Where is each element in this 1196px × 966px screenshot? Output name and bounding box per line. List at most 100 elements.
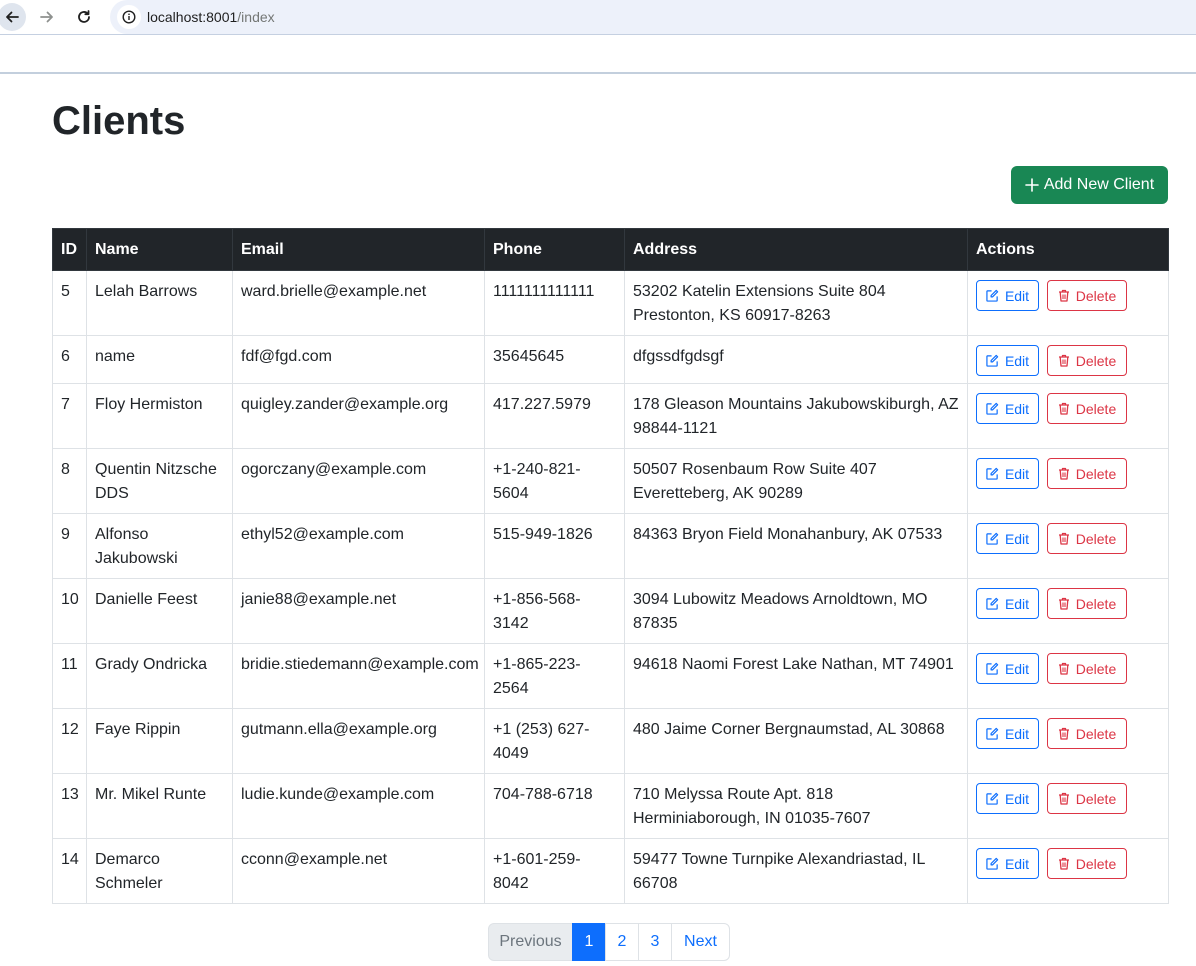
table-row: 13 Mr. Mikel Runte ludie.kunde@example.com…: [52, 773, 1169, 839]
cell-email: gutmann.ella@example.org: [232, 708, 485, 774]
delete-label: Delete: [1075, 287, 1117, 304]
delete-button[interactable]: Delete: [1047, 345, 1127, 376]
pagination-page-3[interactable]: 3: [638, 923, 672, 961]
arrow-left-icon: [6, 11, 19, 23]
delete-button[interactable]: Delete: [1047, 848, 1127, 879]
page-title: Clients: [52, 99, 186, 143]
delete-button[interactable]: Delete: [1047, 783, 1127, 814]
cell-actions: Edit Delete: [967, 708, 1169, 774]
cell-address: 59477 Towne Turnpike Alexandriastad, IL …: [624, 838, 968, 904]
row-actions: Edit Delete: [976, 848, 1160, 879]
cell-phone: 515-949-1826: [484, 513, 625, 579]
cell-actions: Edit Delete: [967, 773, 1169, 839]
delete-label: Delete: [1075, 855, 1117, 872]
cell-address: 94618 Naomi Forest Lake Nathan, MT 74901: [624, 643, 968, 709]
cell-name: Faye Rippin: [86, 708, 233, 774]
edit-button[interactable]: Edit: [976, 653, 1039, 684]
edit-icon: [986, 402, 999, 415]
table-row: 11 Grady Ondricka bridie.stiedemann@exampl…: [52, 643, 1169, 709]
cell-address: 84363 Bryon Field Monahanbury, AK 07533: [624, 513, 968, 579]
edit-icon: [986, 597, 999, 610]
client-phone: 704-788-6718: [493, 786, 593, 803]
trash-icon: [1058, 727, 1069, 740]
add-new-client-button[interactable]: Add New Client: [1011, 166, 1168, 204]
add-new-client-label: Add New Client: [1043, 176, 1155, 193]
cell-actions: Edit Delete: [967, 578, 1169, 644]
cell-email: ward.brielle@example.net: [232, 270, 485, 336]
column-header-id: ID: [52, 228, 87, 271]
client-phone: +1-856-568-3142: [493, 591, 581, 632]
edit-button[interactable]: Edit: [976, 393, 1039, 424]
edit-button[interactable]: Edit: [976, 783, 1039, 814]
cell-address: 53202 Katelin Extensions Suite 804 Prest…: [624, 270, 968, 336]
edit-label: Edit: [1004, 660, 1030, 677]
cell-actions: Edit Delete: [967, 838, 1169, 904]
table-row: 10 Danielle Feest janie88@example.net +1-85…: [52, 578, 1169, 644]
row-actions: Edit Delete: [976, 393, 1160, 424]
delete-button[interactable]: Delete: [1047, 718, 1127, 749]
cell-name: Alfonso Jakubowski: [86, 513, 233, 579]
trash-icon: [1058, 792, 1069, 805]
row-actions: Edit Delete: [976, 523, 1160, 554]
row-actions: Edit Delete: [976, 345, 1160, 376]
pagination-previous[interactable]: Previous: [488, 923, 573, 961]
client-id: 5: [61, 283, 70, 300]
edit-icon: [986, 289, 999, 302]
client-id: 9: [61, 526, 70, 543]
client-id: 8: [61, 461, 70, 478]
client-email: bridie.stiedemann@example.com: [241, 656, 479, 673]
client-phone: +1 (253) 627-4049: [493, 721, 590, 762]
reload-icon: [78, 10, 90, 23]
delete-button[interactable]: Delete: [1047, 280, 1127, 311]
plus-icon: [1025, 178, 1039, 192]
edit-button[interactable]: Edit: [976, 280, 1039, 311]
cell-id: 13: [52, 773, 87, 839]
url-text: localhost:8001/index: [147, 9, 275, 25]
clients-table-container: ID Name Email Phone Address Actions 5 Lel…: [52, 228, 1169, 904]
cell-phone: +1-865-223-2564: [484, 643, 625, 709]
edit-label: Edit: [1004, 287, 1030, 304]
trash-icon: [1058, 289, 1069, 302]
cell-id: 5: [52, 270, 87, 336]
back-button[interactable]: [0, 3, 26, 31]
edit-button[interactable]: Edit: [976, 848, 1039, 879]
delete-button[interactable]: Delete: [1047, 393, 1127, 424]
pagination-page-2[interactable]: 2: [605, 923, 639, 961]
pagination-page-1[interactable]: 1: [572, 923, 606, 961]
edit-label: Edit: [1004, 465, 1030, 482]
delete-button[interactable]: Delete: [1047, 588, 1127, 619]
edit-button[interactable]: Edit: [976, 523, 1039, 554]
address-bar[interactable]: localhost:8001/index: [110, 0, 1196, 34]
delete-button[interactable]: Delete: [1047, 458, 1127, 489]
column-header-address: Address: [624, 228, 968, 271]
client-name: Grady Ondricka: [95, 656, 208, 673]
cell-address: 178 Gleason Mountains Jakubowskiburgh, A…: [624, 383, 968, 449]
pagination-next[interactable]: Next: [671, 923, 730, 961]
edit-button[interactable]: Edit: [976, 718, 1039, 749]
client-address: 50507 Rosenbaum Row Suite 407 Everettebe…: [633, 461, 877, 502]
column-header-phone: Phone: [484, 228, 625, 271]
site-info-button[interactable]: [117, 5, 141, 29]
edit-button[interactable]: Edit: [976, 458, 1039, 489]
trash-icon: [1058, 467, 1069, 480]
trash-icon: [1058, 857, 1069, 870]
forward-button[interactable]: [33, 3, 61, 31]
table-row: 5 Lelah Barrows ward.brielle@example.net 11…: [52, 270, 1169, 336]
delete-label: Delete: [1075, 790, 1117, 807]
client-name: Demarco Schmeler: [95, 851, 163, 892]
delete-button[interactable]: Delete: [1047, 523, 1127, 554]
reload-button[interactable]: [70, 3, 98, 31]
arrow-right-icon: [40, 11, 53, 23]
edit-label: Edit: [1004, 400, 1030, 417]
edit-button[interactable]: Edit: [976, 588, 1039, 619]
cell-id: 8: [52, 448, 87, 514]
client-address: 59477 Towne Turnpike Alexandriastad, IL …: [633, 851, 925, 892]
edit-icon: [986, 792, 999, 805]
edit-label: Edit: [1004, 725, 1030, 742]
table-header: ID Name Email Phone Address Actions: [52, 228, 1169, 271]
client-phone: 515-949-1826: [493, 526, 593, 543]
delete-button[interactable]: Delete: [1047, 653, 1127, 684]
edit-button[interactable]: Edit: [976, 345, 1039, 376]
url-path: /index: [237, 9, 275, 25]
client-address: 480 Jaime Corner Bergnaumstad, AL 30868: [633, 721, 945, 738]
